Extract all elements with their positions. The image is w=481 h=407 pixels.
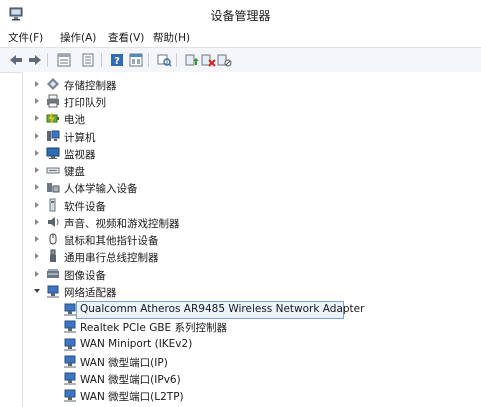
network-adapter-icon (64, 338, 76, 351)
tree-item-label: 监视器 (64, 149, 96, 161)
expand-arrow-icon[interactable] (35, 98, 39, 104)
tree-item-storage[interactable]: 存储控制器 (23, 76, 478, 93)
tree-item-monitor[interactable]: 监视器 (23, 145, 478, 162)
tree-item-label: Qualcomm Atheros AR9485 Wireless Network… (80, 303, 365, 315)
tree-item-mouse[interactable]: 鼠标和其他指针设备 (23, 231, 478, 248)
expand-arrow-icon[interactable] (35, 236, 39, 242)
tree-item-imaging[interactable]: 图像设备 (23, 266, 478, 283)
tree-item-battery[interactable]: 电池 (23, 110, 478, 127)
network-adapter-realtek[interactable]: Realtek PCIe GBE 系列控制器 (23, 318, 478, 335)
tree-item-label: 电池 (64, 114, 85, 126)
network-adapter-wan-ipv6[interactable]: WAN 微型端口(IPv6) (23, 370, 478, 387)
software-device-icon (49, 198, 56, 212)
network-adapter-icon (64, 389, 76, 402)
properties-icon[interactable] (56, 52, 72, 68)
tree-item-sound-video[interactable]: 声音、视频和游戏控制器 (23, 214, 478, 231)
tree-item-label: 通用串行总线控制器 (64, 252, 159, 264)
storage-icon (47, 78, 59, 90)
title-bar: 设备管理器 (0, 0, 481, 28)
collapse-arrow-icon[interactable] (34, 289, 40, 293)
menu-file[interactable]: 文件(F) (8, 30, 43, 45)
expand-arrow-icon[interactable] (35, 150, 39, 156)
network-adapter-wan-ikev2[interactable]: WAN Miniport (IKEv2) (23, 336, 478, 353)
tree-item-label: WAN Miniport (IKEv2) (80, 338, 193, 350)
usb-icon (50, 249, 56, 262)
tree-item-label: 存储控制器 (64, 80, 117, 92)
battery-icon (46, 112, 59, 124)
tree-item-label: 图像设备 (64, 270, 106, 282)
tree-item-label: 声音、视频和游戏控制器 (64, 218, 180, 230)
network-adapter-icon (64, 372, 76, 385)
forward-arrow-icon[interactable] (27, 52, 43, 68)
view-icon[interactable] (80, 52, 96, 68)
svg-text:?: ? (114, 56, 120, 67)
tree-item-hid[interactable]: 人体学输入设备 (23, 179, 478, 196)
menu-bar: 文件(F) 操作(A) 查看(V) 帮助(H) (0, 28, 481, 46)
expand-arrow-icon[interactable] (35, 271, 39, 277)
expand-arrow-icon[interactable] (35, 253, 39, 259)
tree-item-network-adapters[interactable]: 网络适配器 (23, 283, 478, 300)
expand-arrow-icon[interactable] (35, 167, 39, 173)
expand-arrow-icon[interactable] (35, 202, 39, 208)
expand-arrow-icon[interactable] (35, 81, 39, 87)
expand-arrow-icon[interactable] (35, 133, 39, 139)
camera-icon (47, 269, 59, 278)
network-adapter-icon (64, 303, 76, 316)
update-driver-icon[interactable] (183, 52, 199, 68)
tree-item-label: 网络适配器 (64, 287, 117, 299)
tree-item-computer[interactable]: 计算机 (23, 128, 478, 145)
keyboard-icon (46, 167, 60, 174)
tree-item-label: 计算机 (64, 132, 96, 144)
tree-item-keyboard[interactable]: 键盘 (23, 162, 478, 179)
uninstall-icon[interactable] (200, 52, 216, 68)
tree-item-usb[interactable]: 通用串行总线控制器 (23, 248, 478, 265)
expand-arrow-icon[interactable] (35, 184, 39, 190)
tree-item-label: 人体学输入设备 (64, 183, 138, 195)
network-adapter-icon (64, 320, 76, 333)
view2-icon[interactable] (128, 52, 144, 68)
tree-item-label: WAN 微型端口(IPv6) (80, 374, 181, 386)
tree-item-software-device[interactable]: 软件设备 (23, 197, 478, 214)
device-tree[interactable]: 存储控制器 打印队列 电池 计算机 监视器 键盘 人体学输入设备 软件设备 声音… (22, 72, 481, 407)
expand-arrow-icon[interactable] (35, 115, 39, 121)
tree-item-label: Realtek PCIe GBE 系列控制器 (80, 322, 227, 334)
network-adapter-wan-l2tp[interactable]: WAN 微型端口(L2TP) (23, 387, 478, 404)
tree-item-label: 键盘 (64, 166, 85, 178)
menu-action[interactable]: 操作(A) (60, 30, 96, 45)
toolbar: ? (0, 47, 481, 73)
printer-icon (47, 94, 59, 108)
tree-item-label: WAN 微型端口(L2TP) (80, 391, 184, 403)
disable-icon[interactable] (216, 52, 232, 68)
tree-item-label: 打印队列 (64, 97, 106, 109)
network-adapter-qualcomm[interactable]: Qualcomm Atheros AR9485 Wireless Network… (23, 301, 478, 319)
monitor-icon (46, 147, 60, 159)
tree-item-label: 鼠标和其他指针设备 (64, 235, 159, 247)
back-arrow-icon[interactable] (8, 52, 24, 68)
speaker-icon (48, 217, 59, 227)
network-icon (47, 285, 59, 298)
network-adapter-icon (64, 355, 76, 368)
computer-icon (47, 130, 60, 141)
scan-hardware-icon[interactable] (156, 52, 172, 68)
window-title: 设备管理器 (210, 9, 271, 23)
expand-arrow-icon[interactable] (35, 219, 39, 225)
hid-icon (47, 183, 60, 193)
menu-view[interactable]: 查看(V) (108, 30, 144, 45)
help-icon[interactable]: ? (109, 52, 125, 68)
mouse-icon (49, 233, 57, 245)
tree-item-label: WAN 微型端口(IP) (80, 357, 168, 369)
tree-item-print-queue[interactable]: 打印队列 (23, 93, 478, 110)
network-adapter-wan-ip[interactable]: WAN 微型端口(IP) (23, 353, 478, 370)
menu-help[interactable]: 帮助(H) (153, 30, 190, 45)
tree-item-label: 软件设备 (64, 201, 106, 213)
